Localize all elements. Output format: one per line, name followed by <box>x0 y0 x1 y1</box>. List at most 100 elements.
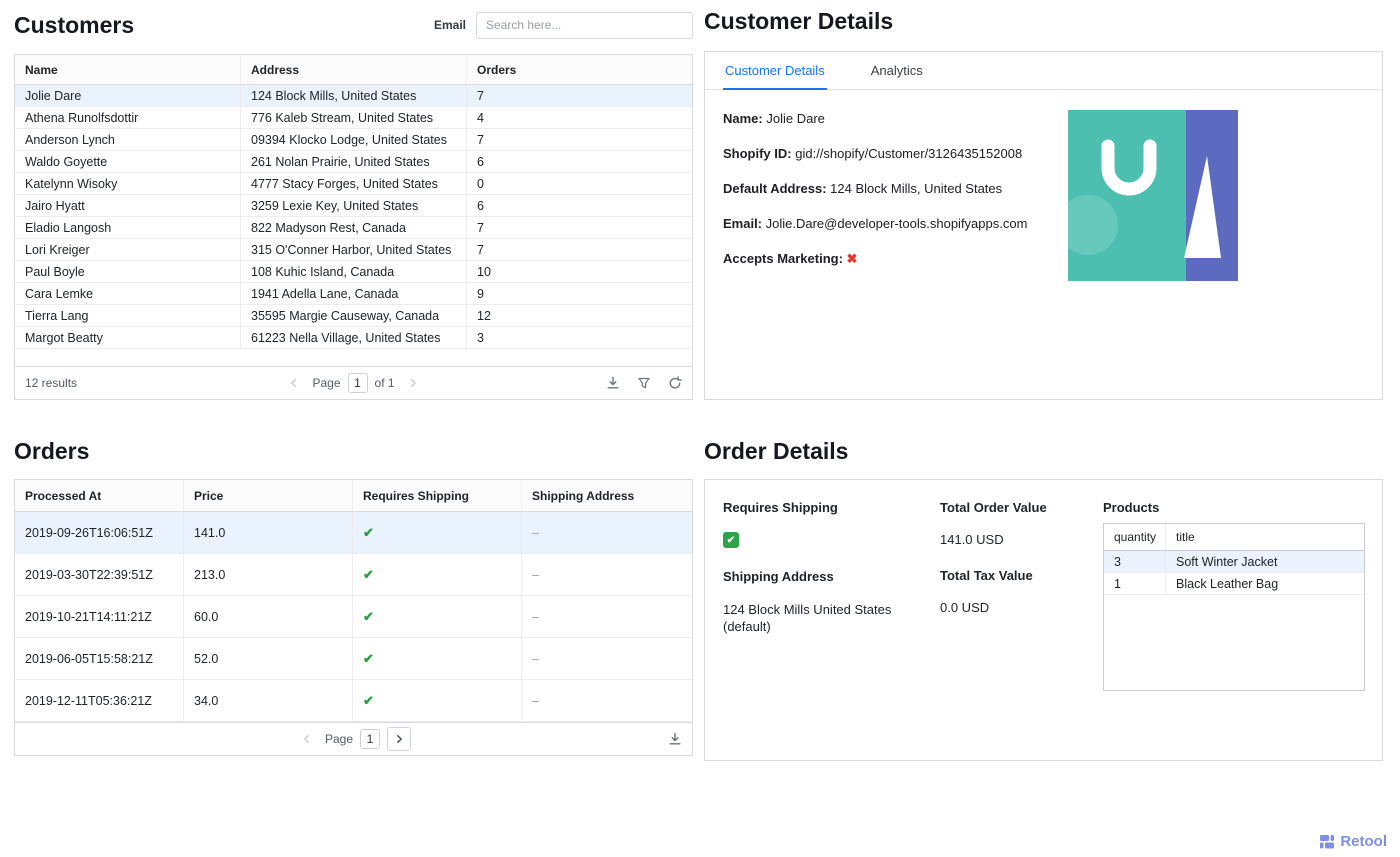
refresh-button[interactable] <box>668 376 682 390</box>
order-price-cell: 213.0 <box>184 554 353 596</box>
orders-next-page-button[interactable] <box>387 727 412 751</box>
customer-orders-cell: 6 <box>467 151 692 173</box>
shipping-address-label: Shipping Address <box>723 569 834 584</box>
products-title-header[interactable]: title <box>1166 524 1364 551</box>
customer-row[interactable]: Athena Runolfsdottir 776 Kaleb Stream, U… <box>15 107 692 129</box>
order-row[interactable]: 2019-03-30T22:39:51Z 213.0 ✔ – <box>15 554 692 596</box>
total-order-value-label: Total Order Value <box>940 500 1047 515</box>
customer-row[interactable]: Lori Kreiger 315 O'Conner Harbor, United… <box>15 239 692 261</box>
field-default-address: Default Address: 124 Block Mills, United… <box>723 180 1068 197</box>
retool-logo-text: Retool <box>1340 833 1387 850</box>
checkbox-checked-icon: ✔ <box>723 532 739 548</box>
customer-row[interactable]: Katelynn Wisoky 4777 Stacy Forges, Unite… <box>15 173 692 195</box>
order-processed-cell: 2019-12-11T05:36:21Z <box>15 680 184 722</box>
customer-row-selected[interactable]: Jolie Dare 124 Block Mills, United State… <box>15 85 692 107</box>
refresh-icon <box>669 376 682 389</box>
customer-orders-cell: 7 <box>467 217 692 239</box>
customer-orders-cell: 0 <box>467 173 692 195</box>
accepts-marketing-label: Accepts Marketing: <box>723 251 843 266</box>
tab-bar: Customer Details Analytics <box>705 52 1382 90</box>
orders-download-button[interactable] <box>668 732 682 746</box>
customer-orders-cell: 7 <box>467 239 692 261</box>
product-row-selected[interactable]: 3 Soft Winter Jacket <box>1104 551 1364 573</box>
products-table-header: quantity title <box>1104 524 1364 551</box>
customer-address-cell: 108 Kuhic Island, Canada <box>241 261 467 283</box>
order-row[interactable]: 2019-10-21T14:11:21Z 60.0 ✔ – <box>15 596 692 638</box>
next-page-button[interactable] <box>402 372 424 394</box>
column-header-shipping-address[interactable]: Shipping Address <box>522 480 692 512</box>
customer-name-cell: Cara Lemke <box>15 283 241 305</box>
order-price-cell: 52.0 <box>184 638 353 680</box>
download-icon <box>607 376 619 389</box>
tab-customer-details[interactable]: Customer Details <box>723 52 827 90</box>
email-search-input[interactable] <box>476 11 693 39</box>
column-header-orders[interactable]: Orders <box>467 55 692 85</box>
products-table: quantity title 3 Soft Winter Jacket 1 Bl… <box>1103 523 1365 691</box>
product-title-cell: Soft Winter Jacket <box>1166 551 1364 573</box>
column-header-price[interactable]: Price <box>184 480 353 512</box>
customer-row[interactable]: Waldo Goyette 261 Nolan Prairie, United … <box>15 151 692 173</box>
default-address-value: 124 Block Mills, United States <box>830 181 1003 196</box>
product-row[interactable]: 1 Black Leather Bag <box>1104 573 1364 595</box>
order-details-card: Requires Shipping ✔ Shipping Address 124… <box>704 479 1383 761</box>
customer-orders-cell: 3 <box>467 327 692 349</box>
check-glyph: ✔ <box>726 534 736 546</box>
orders-title: Orders <box>14 438 90 464</box>
order-row[interactable]: 2019-12-11T05:36:21Z 34.0 ✔ – <box>15 680 692 722</box>
column-header-processed-at[interactable]: Processed At <box>15 480 184 512</box>
column-header-address[interactable]: Address <box>241 55 467 85</box>
customer-address-cell: 776 Kaleb Stream, United States <box>241 107 467 129</box>
order-shipping-check-icon: ✔ <box>353 554 522 596</box>
field-shopify-id: Shopify ID: gid://shopify/Customer/31264… <box>723 145 1068 162</box>
customer-row[interactable]: Eladio Langosh 822 Madyson Rest, Canada … <box>15 217 692 239</box>
customer-orders-cell: 10 <box>467 261 692 283</box>
requires-shipping-label: Requires Shipping <box>723 500 838 515</box>
customer-row[interactable]: Margot Beatty 61223 Nella Village, Unite… <box>15 327 692 349</box>
orders-prev-page-button[interactable] <box>296 728 318 750</box>
order-shipping-check-icon: ✔ <box>353 680 522 722</box>
total-tax-value-label: Total Tax Value <box>940 568 1033 583</box>
customer-address-cell: 61223 Nella Village, United States <box>241 327 467 349</box>
customer-row[interactable]: Jairo Hyatt 3259 Lexie Key, United State… <box>15 195 692 217</box>
filter-button[interactable] <box>637 376 651 390</box>
customer-row[interactable]: Cara Lemke 1941 Adella Lane, Canada 9 <box>15 283 692 305</box>
download-button[interactable] <box>606 376 620 390</box>
total-tax-value: 0.0 USD <box>940 600 990 615</box>
chevron-right-icon <box>410 379 416 387</box>
customer-orders-cell: 4 <box>467 107 692 129</box>
customer-details-title: Customer Details <box>704 8 894 34</box>
tab-analytics[interactable]: Analytics <box>869 52 925 90</box>
orders-page-input[interactable] <box>360 729 381 749</box>
prev-page-button[interactable] <box>283 372 305 394</box>
column-header-requires-shipping[interactable]: Requires Shipping <box>353 480 522 512</box>
order-row[interactable]: 2019-06-05T15:58:21Z 52.0 ✔ – <box>15 638 692 680</box>
customers-title: Customers <box>14 11 135 38</box>
order-address-cell: – <box>522 596 692 638</box>
shopify-id-label: Shopify ID: <box>723 146 792 161</box>
customers-page-input[interactable] <box>347 373 368 393</box>
field-name: Name: Jolie Dare <box>723 110 1068 127</box>
page-label: Page <box>324 732 354 746</box>
customer-orders-cell: 7 <box>467 129 692 151</box>
customer-row[interactable]: Anderson Lynch 09394 Klocko Lodge, Unite… <box>15 129 692 151</box>
customer-details-panel: Customer Details Customer Details Analyt… <box>704 8 1383 400</box>
order-processed-cell: 2019-09-26T16:06:51Z <box>15 512 184 554</box>
order-processed-cell: 2019-03-30T22:39:51Z <box>15 554 184 596</box>
customer-name-cell: Waldo Goyette <box>15 151 241 173</box>
customer-orders-cell: 9 <box>467 283 692 305</box>
customer-address-cell: 4777 Stacy Forges, United States <box>241 173 467 195</box>
order-address-cell: – <box>522 680 692 722</box>
order-row-selected[interactable]: 2019-09-26T16:06:51Z 141.0 ✔ – <box>15 512 692 554</box>
download-icon <box>669 732 681 745</box>
products-quantity-header[interactable]: quantity <box>1104 524 1166 551</box>
order-shipping-check-icon: ✔ <box>353 596 522 638</box>
customer-details-card: Customer Details Analytics Name: Jolie D… <box>704 51 1383 400</box>
order-price-cell: 60.0 <box>184 596 353 638</box>
orders-table: Processed At Price Requires Shipping Shi… <box>14 479 693 756</box>
column-header-name[interactable]: Name <box>15 55 241 85</box>
red-cross-icon: ✖ <box>846 251 858 266</box>
chevron-right-icon <box>397 735 402 743</box>
customer-row[interactable]: Paul Boyle 108 Kuhic Island, Canada 10 <box>15 261 692 283</box>
retool-logo[interactable]: Retool <box>1319 833 1387 850</box>
customer-row[interactable]: Tierra Lang 35595 Margie Causeway, Canad… <box>15 305 692 327</box>
